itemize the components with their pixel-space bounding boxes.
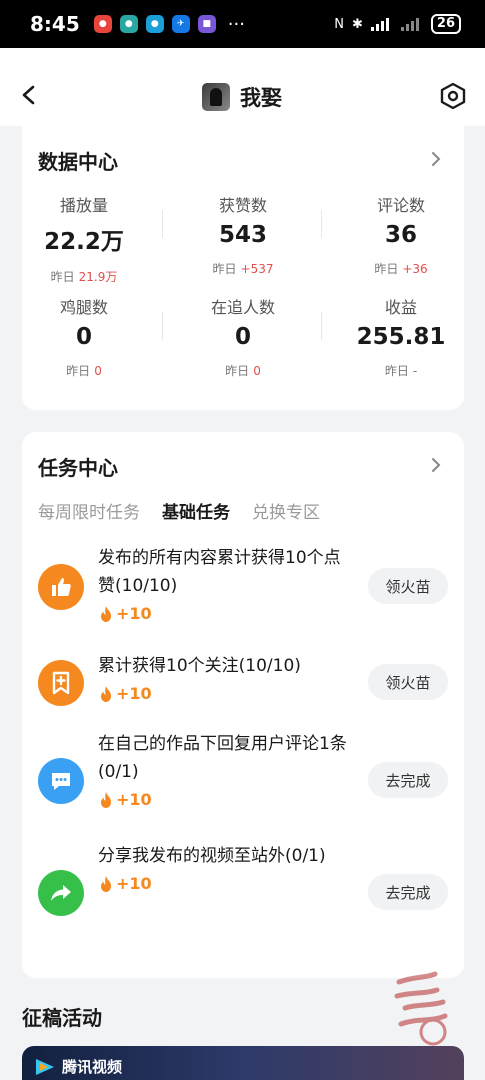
stat-label: 鸡腿数 <box>59 298 108 317</box>
divider <box>321 312 322 340</box>
back-arrow-icon[interactable] <box>18 84 40 106</box>
claim-fire-button[interactable]: 领火苗 <box>368 568 448 604</box>
activity-section-title: 征稿活动 <box>22 1006 102 1030</box>
stat-earnings[interactable]: 收益 255.81 昨日 - <box>331 294 471 379</box>
bluetooth-icon: ✱ <box>352 16 363 32</box>
signal-icon <box>400 18 419 31</box>
task-center-card: 任务中心 每周限时任务 基础任务 兑换专区 发布的所有内容累计获得10个点赞(1… <box>22 432 464 978</box>
app-notification-icon: ● <box>145 15 164 33</box>
stat-yesterday: 昨日 +537 <box>212 262 274 276</box>
flame-icon <box>101 606 111 622</box>
avatar[interactable] <box>202 83 230 111</box>
stat-drumsticks[interactable]: 鸡腿数 0 昨日 0 <box>14 294 154 379</box>
app-notification-icon: ● <box>119 15 138 33</box>
more-notifications-icon: ··· <box>227 13 245 35</box>
page-title: 我娶 <box>240 86 282 110</box>
stat-label: 获赞数 <box>218 196 267 215</box>
stat-label: 收益 <box>384 298 417 317</box>
stat-value: 22.2万 <box>44 229 124 255</box>
claim-fire-button[interactable]: 领火苗 <box>368 664 448 700</box>
bookmark-plus-icon <box>38 660 84 706</box>
stat-yesterday: 昨日 +36 <box>374 262 428 276</box>
app-notification-icon: ● <box>93 15 112 33</box>
task-item: 在自己的作品下回复用户评论1条(0/1) +10 去完成 <box>22 734 464 828</box>
stat-value: 0 <box>75 324 92 350</box>
task-reward: +10 <box>98 680 348 708</box>
stat-followers-chasing[interactable]: 在追人数 0 昨日 0 <box>173 294 313 379</box>
tab-weekly-limited[interactable]: 每周限时任务 <box>38 498 140 523</box>
share-icon <box>38 870 84 916</box>
task-reward: +10 <box>98 600 348 628</box>
divider <box>162 210 163 238</box>
flame-icon <box>101 792 111 808</box>
task-item: 分享我发布的视频至站外(0/1) +10 去完成 <box>22 846 464 940</box>
go-complete-button[interactable]: 去完成 <box>368 874 448 910</box>
battery-indicator: 26 <box>430 14 461 34</box>
flame-icon <box>101 686 111 702</box>
status-time: 8:45 <box>30 12 80 36</box>
tab-exchange-zone[interactable]: 兑换专区 <box>252 498 320 523</box>
signal-icon <box>370 18 389 31</box>
comment-icon <box>38 758 84 804</box>
data-center-title: 数据中心 <box>38 150 118 174</box>
stat-likes[interactable]: 获赞数 543 昨日 +537 <box>173 192 313 277</box>
stat-label: 播放量 <box>59 196 108 215</box>
task-description: 发布的所有内容累计获得10个点赞(10/10) +10 <box>98 544 348 628</box>
stat-value: 36 <box>384 222 417 248</box>
status-bar: 8:45 ● ● ● ✈ ■ ··· N ✱ 26 <box>0 0 485 48</box>
stat-yesterday: 昨日 21.9万 <box>50 270 118 284</box>
stat-comments[interactable]: 评论数 36 昨日 +36 <box>331 192 471 277</box>
watermark-logo <box>394 971 448 1046</box>
activity-banner[interactable]: 腾讯视频 <box>22 1046 464 1080</box>
stat-value: 543 <box>218 222 267 248</box>
profile-title: 我娶 <box>202 82 282 112</box>
nfc-icon: N <box>334 16 344 32</box>
go-complete-button[interactable]: 去完成 <box>368 762 448 798</box>
stat-value: 255.81 <box>356 324 446 350</box>
stat-label: 在追人数 <box>210 298 275 317</box>
top-nav-bar: 我娶 <box>0 48 485 126</box>
stat-label: 评论数 <box>376 196 425 215</box>
chevron-right-icon[interactable] <box>430 456 442 474</box>
chevron-right-icon[interactable] <box>430 150 442 168</box>
task-description: 在自己的作品下回复用户评论1条(0/1) +10 <box>98 730 348 814</box>
stat-yesterday: 昨日 - <box>384 364 418 378</box>
task-tabs: 每周限时任务 基础任务 兑换专区 <box>38 498 320 523</box>
app-notification-icon: ■ <box>197 15 216 33</box>
thumbs-up-icon <box>38 564 84 610</box>
task-description: 累计获得10个关注(10/10) +10 <box>98 652 348 708</box>
divider <box>321 210 322 238</box>
task-reward: +10 <box>98 870 348 898</box>
app-notification-icon: ✈ <box>171 15 190 33</box>
tencent-video-logo: 腾讯视频 <box>34 1056 122 1077</box>
task-reward: +10 <box>98 786 348 814</box>
task-description: 分享我发布的视频至站外(0/1) +10 <box>98 842 348 898</box>
stat-plays[interactable]: 播放量 22.2万 昨日 21.9万 <box>14 192 154 285</box>
task-center-title: 任务中心 <box>38 456 118 480</box>
stat-yesterday: 昨日 0 <box>66 364 102 378</box>
settings-hexagon-icon[interactable] <box>439 82 467 110</box>
task-item: 累计获得10个关注(10/10) +10 领火苗 <box>22 656 464 716</box>
stat-yesterday: 昨日 0 <box>225 364 261 378</box>
divider <box>162 312 163 340</box>
flame-icon <box>101 876 111 892</box>
status-app-icons: ● ● ● ✈ ■ ··· <box>93 13 245 35</box>
tab-basic-tasks[interactable]: 基础任务 <box>162 498 230 523</box>
play-logo-icon <box>36 1058 54 1075</box>
task-item: 发布的所有内容累计获得10个点赞(10/10) +10 领火苗 <box>22 544 464 628</box>
stat-value: 0 <box>234 324 251 350</box>
data-center-card: 数据中心 播放量 22.2万 昨日 21.9万 获赞数 543 昨日 +537 评论… <box>22 126 464 410</box>
